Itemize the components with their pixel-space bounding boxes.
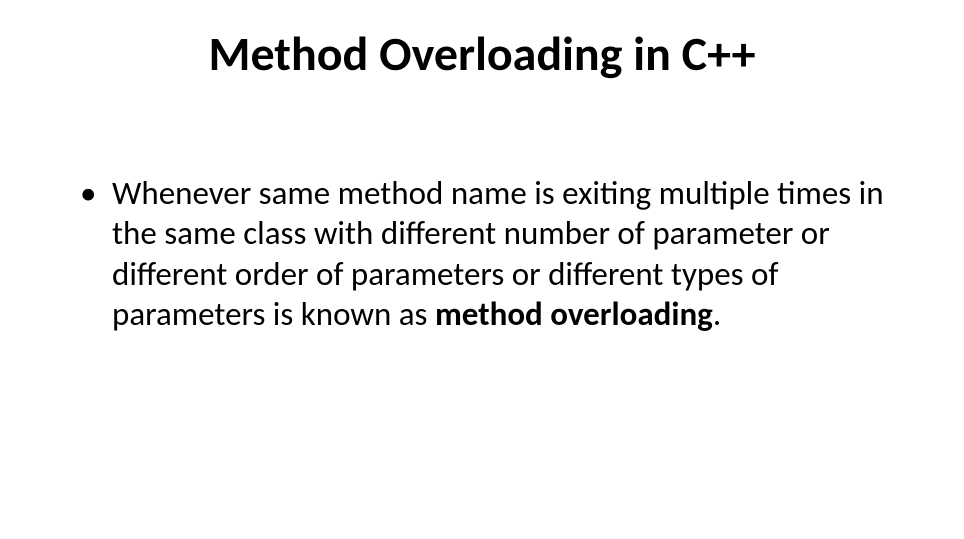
bullet-text-strong: method overloading — [435, 294, 713, 334]
bullet-item: Whenever same method name is exiting mul… — [70, 173, 894, 334]
slide-title: Method Overloading in C++ — [70, 24, 894, 83]
slide-body: Whenever same method name is exiting mul… — [70, 173, 894, 334]
slide: Method Overloading in C++ Whenever same … — [0, 0, 964, 539]
bullet-text-suffix: . — [713, 294, 721, 334]
bullet-list: Whenever same method name is exiting mul… — [70, 173, 894, 334]
